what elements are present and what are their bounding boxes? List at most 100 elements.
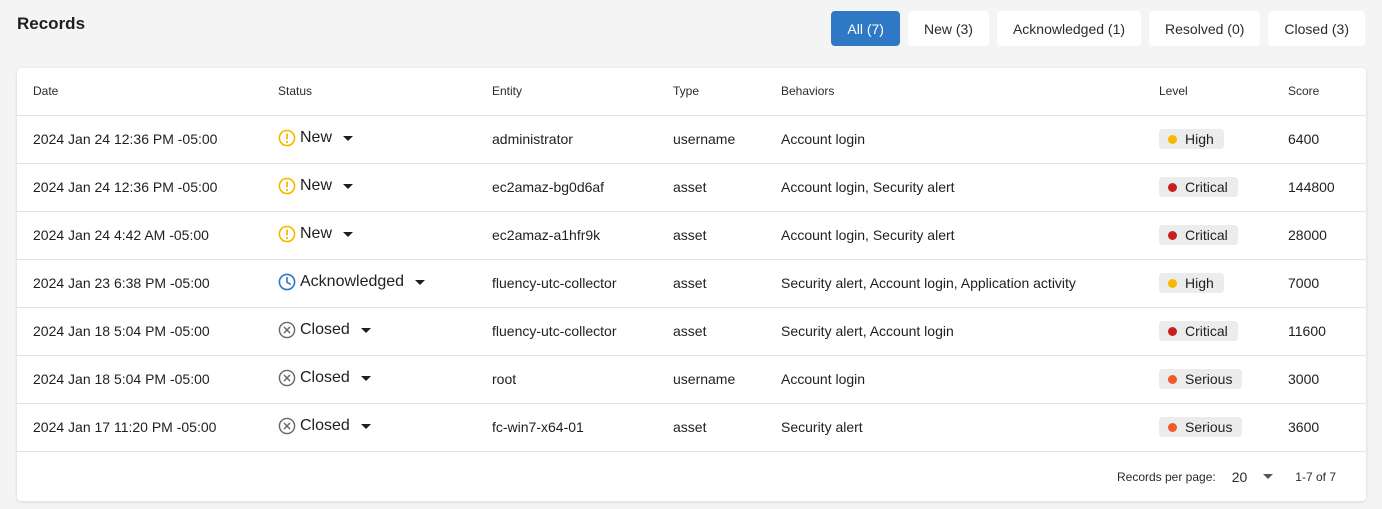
cell-status: Acknowledged xyxy=(262,259,476,308)
cell-level: Critical xyxy=(1143,211,1272,260)
status-dropdown[interactable]: Closed xyxy=(278,321,371,339)
cell-date: 2024 Jan 24 12:36 PM -05:00 xyxy=(17,163,262,212)
status-dropdown[interactable]: Closed xyxy=(278,417,371,435)
caret-down-icon xyxy=(343,232,354,237)
column-header-entity[interactable]: Entity xyxy=(476,68,657,116)
cell-entity: ec2amaz-bg0d6af xyxy=(476,163,657,212)
status-label: New xyxy=(300,128,333,146)
status-dropdown[interactable]: New xyxy=(278,128,354,147)
column-header-date[interactable]: Date xyxy=(17,68,262,116)
column-header-behaviors[interactable]: Behaviors xyxy=(765,68,1143,116)
status-dropdown[interactable]: Closed xyxy=(278,369,371,387)
cell-score: 7000 xyxy=(1272,259,1366,308)
status-filter-bar: All (7) New (3) Acknowledged (1) Resolve… xyxy=(831,11,1365,46)
level-dot-icon xyxy=(1168,134,1177,144)
cell-entity: fluency-utc-collector xyxy=(476,307,657,356)
cell-score: 3000 xyxy=(1272,355,1366,404)
level-label: Serious xyxy=(1185,371,1233,387)
cell-type: asset xyxy=(657,307,765,356)
cell-behaviors: Account login, Security alert xyxy=(765,211,1143,260)
filter-all-button[interactable]: All (7) xyxy=(831,11,900,46)
cell-level: Critical xyxy=(1143,307,1272,356)
table-row[interactable]: 2024 Jan 23 6:38 PM -05:00 Acknowledged fl… xyxy=(17,259,1366,308)
table-row[interactable]: 2024 Jan 24 4:42 AM -05:00 New ec2amaz-a1h… xyxy=(17,211,1366,260)
level-badge: Serious xyxy=(1159,369,1243,389)
caret-down-icon xyxy=(343,184,354,189)
filter-acknowledged-button[interactable]: Acknowledged (1) xyxy=(996,11,1142,46)
table-row[interactable]: 2024 Jan 24 12:36 PM -05:00 New administra… xyxy=(17,115,1366,164)
cell-type: username xyxy=(657,115,765,164)
exclamation-circle-icon xyxy=(278,225,296,243)
cell-entity: fluency-utc-collector xyxy=(476,259,657,308)
cell-behaviors: Account login, Security alert xyxy=(765,163,1143,212)
cell-status: New xyxy=(262,211,476,260)
exclamation-circle-icon xyxy=(278,177,296,195)
cell-status: Closed xyxy=(262,355,476,404)
level-badge: Critical xyxy=(1159,177,1238,197)
cell-status: New xyxy=(262,115,476,164)
cell-date: 2024 Jan 17 11:20 PM -05:00 xyxy=(17,403,262,452)
level-dot-icon xyxy=(1168,278,1177,288)
cell-type: asset xyxy=(657,259,765,308)
filter-resolved-button[interactable]: Resolved (0) xyxy=(1149,11,1261,46)
rows-per-page-value: 20 xyxy=(1231,468,1248,485)
cell-date: 2024 Jan 24 12:36 PM -05:00 xyxy=(17,115,262,164)
table-header-row: Date Status Entity Type Behaviors Level … xyxy=(17,68,1366,116)
cell-level: Serious xyxy=(1143,355,1272,404)
cell-level: Serious xyxy=(1143,403,1272,452)
x-circle-icon xyxy=(278,321,296,339)
caret-down-icon xyxy=(360,328,371,333)
cell-score: 6400 xyxy=(1272,115,1366,164)
cell-behaviors: Security alert xyxy=(765,403,1143,452)
level-badge: Serious xyxy=(1159,417,1243,437)
pagination-bar: Records per page: 20 1-7 of 7 xyxy=(17,452,1366,501)
level-dot-icon xyxy=(1168,326,1177,336)
cell-behaviors: Security alert, Account login, Applicati… xyxy=(765,259,1143,308)
cell-type: asset xyxy=(657,163,765,212)
column-header-score[interactable]: Score xyxy=(1272,68,1366,116)
level-dot-icon xyxy=(1168,182,1177,192)
column-header-type[interactable]: Type xyxy=(657,68,765,116)
cell-entity: ec2amaz-a1hfr9k xyxy=(476,211,657,260)
status-label: New xyxy=(300,224,333,242)
status-label: Acknowledged xyxy=(300,272,405,290)
column-header-level[interactable]: Level xyxy=(1143,68,1272,116)
cell-behaviors: Security alert, Account login xyxy=(765,307,1143,356)
status-label: New xyxy=(300,176,333,194)
cell-entity: administrator xyxy=(476,115,657,164)
level-label: High xyxy=(1185,275,1214,291)
caret-down-icon xyxy=(360,424,371,429)
cell-type: asset xyxy=(657,211,765,260)
records-table-card: Date Status Entity Type Behaviors Level … xyxy=(17,68,1366,501)
caret-down-icon xyxy=(415,280,426,285)
table-row[interactable]: 2024 Jan 24 12:36 PM -05:00 New ec2amaz-bg… xyxy=(17,163,1366,212)
cell-date: 2024 Jan 18 5:04 PM -05:00 xyxy=(17,307,262,356)
clock-icon xyxy=(278,273,296,291)
status-label: Closed xyxy=(300,368,350,386)
rows-per-page-select[interactable]: 20 xyxy=(1232,469,1274,485)
status-label: Closed xyxy=(300,416,350,434)
table-row[interactable]: 2024 Jan 18 5:04 PM -05:00 Closed root user… xyxy=(17,355,1366,404)
cell-score: 11600 xyxy=(1272,307,1366,356)
status-dropdown[interactable]: Acknowledged xyxy=(278,272,426,291)
level-label: Critical xyxy=(1185,179,1228,195)
cell-score: 144800 xyxy=(1272,163,1366,212)
cell-entity: root xyxy=(476,355,657,404)
filter-closed-button[interactable]: Closed (3) xyxy=(1268,11,1365,46)
level-dot-icon xyxy=(1168,422,1177,432)
cell-level: High xyxy=(1143,115,1272,164)
table-row[interactable]: 2024 Jan 17 11:20 PM -05:00 Closed fc-win7… xyxy=(17,403,1366,452)
filter-new-button[interactable]: New (3) xyxy=(907,11,989,46)
level-dot-icon xyxy=(1168,230,1177,240)
rows-per-page-label: Records per page: xyxy=(1116,469,1216,484)
level-dot-icon xyxy=(1168,374,1177,384)
level-label: High xyxy=(1185,131,1214,147)
column-header-status[interactable]: Status xyxy=(262,68,476,116)
cell-score: 28000 xyxy=(1272,211,1366,260)
cell-behaviors: Account login xyxy=(765,355,1143,404)
cell-score: 3600 xyxy=(1272,403,1366,452)
table-row[interactable]: 2024 Jan 18 5:04 PM -05:00 Closed fluency-… xyxy=(17,307,1366,356)
level-label: Serious xyxy=(1185,419,1233,435)
status-dropdown[interactable]: New xyxy=(278,176,354,195)
status-dropdown[interactable]: New xyxy=(278,224,354,243)
